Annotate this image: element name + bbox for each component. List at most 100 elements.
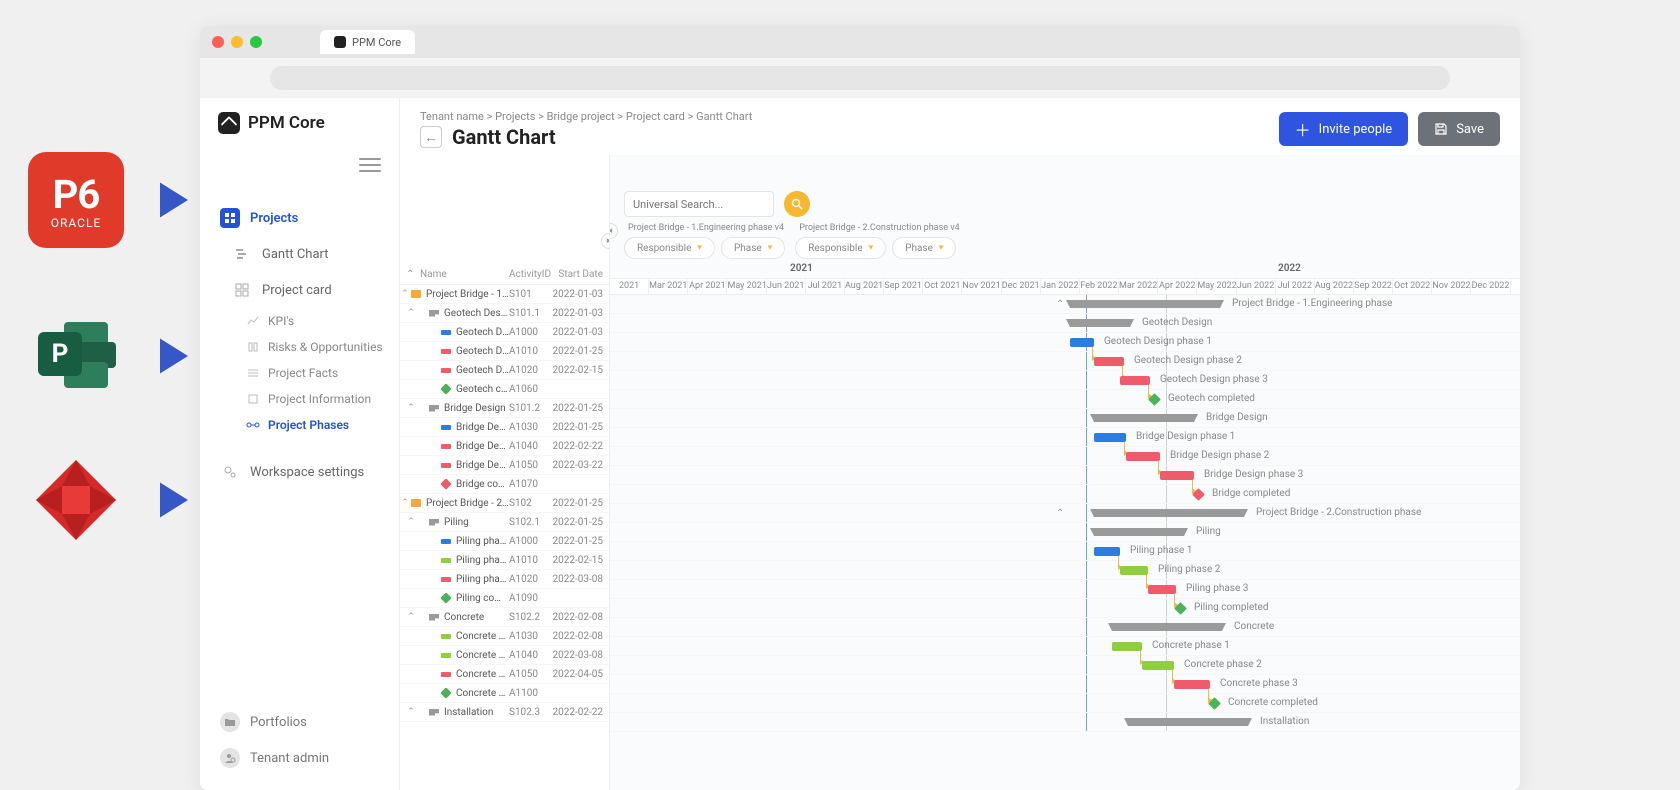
nav-info[interactable]: Project Information (212, 386, 387, 412)
collapse-all-icon[interactable]: ⌃ (406, 269, 420, 280)
task-bar[interactable] (1070, 338, 1094, 347)
gantt-timeline[interactable]: ◂ Project Bridge - 1.Engineering phase v… (610, 155, 1520, 790)
gantt-row[interactable]: Piling (610, 523, 1520, 542)
task-bar[interactable] (1148, 585, 1176, 594)
task-bar[interactable] (1112, 642, 1142, 651)
col-name[interactable]: Name (420, 269, 509, 280)
gantt-row[interactable]: Piling phase 1 (610, 542, 1520, 561)
milestone[interactable] (1192, 488, 1205, 501)
toggle-icon[interactable]: ⌃ (400, 498, 410, 508)
hamburger-icon[interactable] (359, 158, 381, 172)
toggle-icon[interactable]: ⌃ (406, 707, 416, 717)
summary-bar[interactable] (1128, 718, 1248, 726)
gantt-row[interactable]: ⌃Project Bridge - 2.Construction phase (610, 504, 1520, 523)
milestone[interactable] (1174, 602, 1187, 615)
summary-bar[interactable] (1094, 528, 1184, 536)
close-icon[interactable] (212, 36, 224, 48)
filter-chip[interactable]: Phase ▾ (721, 237, 785, 259)
gantt-row[interactable]: Piling phase 3 (610, 580, 1520, 599)
gantt-row[interactable]: ⌃Project Bridge - 1.Engineering phase (610, 295, 1520, 314)
gantt-row[interactable]: Geotech Design phase 2 (610, 352, 1520, 371)
task-row[interactable]: ⌃ConcreteS102.22022-02-08 (400, 608, 609, 627)
gantt-row[interactable]: Bridge Design (610, 409, 1520, 428)
gantt-row[interactable]: Concrete completed (610, 694, 1520, 713)
nav-portfolios[interactable]: Portfolios (212, 704, 387, 740)
gantt-row[interactable]: Concrete phase 1 (610, 637, 1520, 656)
summary-bar[interactable] (1112, 623, 1222, 631)
nav-workspace-settings[interactable]: Workspace settings (212, 454, 387, 490)
task-row[interactable]: ⌃InstallationS102.32022-02-22 (400, 703, 609, 722)
gantt-row[interactable]: Geotech Design phase 1 (610, 333, 1520, 352)
gantt-row[interactable]: Geotech Design phase 3 (610, 371, 1520, 390)
col-activity-id[interactable]: ActivityID (509, 269, 549, 280)
gantt-row[interactable]: Piling completed (610, 599, 1520, 618)
task-row[interactable]: Concrete phase 1A10302022-02-08 (400, 627, 609, 646)
browser-tab[interactable]: PPM Core (320, 30, 415, 54)
gantt-row[interactable]: Bridge Design phase 2 (610, 447, 1520, 466)
nav-project-card[interactable]: Project card (212, 272, 387, 308)
collapse-icon[interactable]: ⌃ (1056, 508, 1064, 519)
task-bar[interactable] (1094, 357, 1124, 366)
summary-bar[interactable] (1094, 414, 1194, 422)
task-row[interactable]: Geotech Design phase 2A10102022-01-25 (400, 342, 609, 361)
gantt-row[interactable]: Bridge completed (610, 485, 1520, 504)
task-row[interactable]: Concrete phase 2A10402022-03-08 (400, 646, 609, 665)
gantt-row[interactable]: Geotech Design (610, 314, 1520, 333)
milestone[interactable] (1148, 393, 1161, 406)
task-row[interactable]: Piling phase 1A10002022-01-25 (400, 532, 609, 551)
nav-facts[interactable]: Project Facts (212, 360, 387, 386)
expand-panel-handle[interactable]: ▸ (601, 233, 610, 249)
task-row[interactable]: ⌃Project Bridge - 2.Construction phaseS1… (400, 494, 609, 513)
task-row[interactable]: Piling phase 3A10202022-03-08 (400, 570, 609, 589)
gantt-row[interactable]: Geotech completed (610, 390, 1520, 409)
task-row[interactable]: Geotech Design phase 1A10002022-01-03 (400, 323, 609, 342)
filter-chip[interactable]: Phase ▾ (892, 237, 956, 259)
address-field[interactable] (270, 66, 1450, 90)
gantt-row[interactable]: Concrete phase 2 (610, 656, 1520, 675)
toggle-icon[interactable]: ⌃ (406, 612, 416, 622)
toggle-icon[interactable]: ⌃ (400, 289, 410, 299)
nav-tenant-admin[interactable]: Tenant admin (212, 740, 387, 776)
gantt-row[interactable]: Bridge Design phase 3 (610, 466, 1520, 485)
filter-chip[interactable]: Responsible ▾ (795, 237, 886, 259)
task-row[interactable]: ⌃PilingS102.12022-01-25 (400, 513, 609, 532)
task-bar[interactable] (1094, 433, 1126, 442)
task-bar[interactable] (1174, 680, 1210, 689)
nav-projects[interactable]: Projects (212, 200, 387, 236)
task-row[interactable]: Concrete completedA1100 (400, 684, 609, 703)
task-row[interactable]: ⌃Project Bridge - 1.Engineering phaseS10… (400, 285, 609, 304)
search-button[interactable] (784, 191, 810, 217)
task-bar[interactable] (1120, 376, 1150, 385)
save-button[interactable]: Save (1418, 112, 1500, 146)
task-row[interactable]: Piling completedA1090 (400, 589, 609, 608)
nav-kpis[interactable]: KPI's (212, 308, 387, 334)
summary-bar[interactable] (1070, 300, 1220, 308)
milestone[interactable] (1208, 697, 1221, 710)
invite-people-button[interactable]: ＋ Invite people (1279, 112, 1409, 146)
gantt-row[interactable]: Installation (610, 713, 1520, 732)
task-row[interactable]: Bridge Design phase 3A10502022-03-22 (400, 456, 609, 475)
task-bar[interactable] (1142, 661, 1174, 670)
window-controls[interactable] (212, 36, 262, 48)
toggle-icon[interactable]: ⌃ (406, 403, 416, 413)
nav-phases[interactable]: Project Phases (212, 412, 387, 438)
collapse-icon[interactable]: ⌃ (1056, 299, 1064, 310)
task-bar[interactable] (1094, 547, 1120, 556)
gantt-row[interactable]: Concrete (610, 618, 1520, 637)
toggle-icon[interactable]: ⌃ (406, 517, 416, 527)
col-start-date[interactable]: Start Date (549, 269, 603, 280)
gantt-row[interactable]: Concrete phase 3 (610, 675, 1520, 694)
toggle-icon[interactable]: ⌃ (406, 308, 416, 318)
nav-risks[interactable]: Risks & Opportunities (212, 334, 387, 360)
gantt-row[interactable]: Bridge Design phase 1 (610, 428, 1520, 447)
task-row[interactable]: Bridge completedA1070 (400, 475, 609, 494)
task-bar[interactable] (1160, 471, 1194, 480)
task-row[interactable]: ⌃Geotech DesignS101.12022-01-03 (400, 304, 609, 323)
search-input[interactable] (624, 191, 774, 217)
summary-bar[interactable] (1070, 319, 1130, 327)
gantt-row[interactable]: Piling phase 2 (610, 561, 1520, 580)
minimize-icon[interactable] (231, 36, 243, 48)
filter-chip[interactable]: Responsible ▾ (624, 237, 715, 259)
task-bar[interactable] (1120, 566, 1148, 575)
task-bar[interactable] (1126, 452, 1160, 461)
